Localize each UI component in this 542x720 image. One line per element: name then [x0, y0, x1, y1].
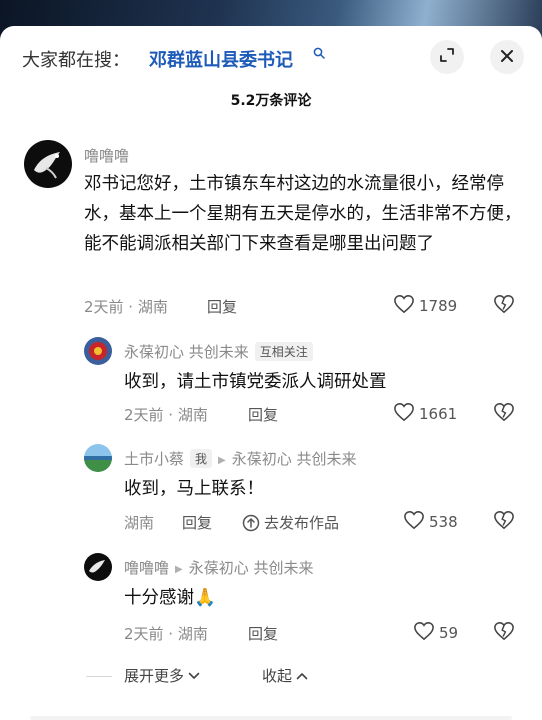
reply-to-user[interactable]: 永葆初心 共创未来 — [189, 559, 314, 577]
broken-heart-icon[interactable] — [493, 510, 515, 534]
reply-time-location: 2天前 · 湖南 — [124, 625, 208, 643]
praying-hands-icon: 🙏 — [194, 588, 216, 608]
reply-author[interactable]: 噜噜噜 — [124, 559, 169, 577]
avatar[interactable] — [24, 140, 72, 188]
like-count: 1661 — [419, 405, 458, 423]
like-button[interactable]: 59 — [413, 621, 458, 645]
collapse-label: 收起 — [262, 667, 293, 685]
search-bar: 大家都在搜： 邓群蓝山县委书记 — [0, 26, 542, 88]
like-button[interactable]: 1661 — [393, 402, 457, 426]
share-icon — [242, 514, 260, 532]
reply-author[interactable]: 永葆初心 共创未来 — [124, 343, 249, 361]
avatar[interactable] — [84, 337, 112, 365]
reply-username: 永葆初心 共创未来 互相关注 — [124, 341, 313, 362]
comment-input-bar[interactable] — [30, 716, 512, 720]
search-term-link[interactable]: 邓群蓝山县委书记 — [149, 46, 293, 72]
comment-username[interactable]: 噜噜噜 — [84, 145, 129, 166]
mutual-follow-tag: 互相关注 — [254, 342, 313, 361]
like-count: 59 — [439, 624, 459, 642]
comments-sheet: 大家都在搜： 邓群蓝山县委书记 5.2万条评论 噜噜噜 邓书记您好，土市镇东车村… — [0, 26, 542, 720]
reply-text-content: 十分感谢 — [124, 588, 194, 608]
heart-icon — [393, 294, 415, 318]
close-icon — [500, 48, 514, 67]
search-prefix: 大家都在搜： — [22, 50, 130, 71]
reply-text: 收到，请土市镇党委派人调研处置 — [124, 372, 387, 392]
heart-icon — [413, 621, 435, 645]
reply-to-user[interactable]: 永葆初心 共创未来 — [232, 450, 357, 468]
search-icon[interactable] — [313, 44, 325, 63]
like-button[interactable]: 538 — [403, 510, 458, 534]
chevron-up-icon — [295, 669, 309, 683]
expand-more-button[interactable]: 展开更多 — [124, 665, 201, 686]
heart-icon — [393, 402, 415, 426]
reply-text: 十分感谢🙏 — [124, 583, 216, 613]
broken-heart-icon[interactable] — [493, 621, 515, 645]
avatar[interactable] — [84, 553, 112, 581]
like-count: 1789 — [419, 297, 458, 315]
collapse-button[interactable]: 收起 — [262, 665, 309, 686]
reply-author[interactable]: 土市小蔡 — [124, 450, 184, 468]
reply-text: 收到，马上联系！ — [124, 479, 264, 499]
publish-work-label: 去发布作品 — [264, 514, 340, 532]
me-tag: 我 — [190, 449, 213, 468]
reply-to-arrow-icon: ▶ — [218, 455, 226, 466]
comment-count: 5.2万条评论 — [230, 93, 312, 109]
close-button[interactable] — [490, 40, 524, 74]
comment-text: 邓书记您好，土市镇东车村这边的水流量很小，经常停水，基本上一个星期有五天是停水的… — [84, 174, 522, 254]
broken-heart-icon[interactable] — [493, 294, 515, 318]
expand-button[interactable] — [430, 40, 464, 74]
broken-heart-icon[interactable] — [493, 402, 515, 426]
publish-work-button[interactable]: 去发布作品 — [242, 512, 339, 533]
reply-button[interactable]: 回复 — [248, 623, 278, 644]
reply-to-arrow-icon: ▶ — [175, 564, 183, 575]
divider — [86, 676, 112, 677]
reply-button[interactable]: 回复 — [182, 512, 212, 533]
comment-time-location: 2天前 · 湖南 — [84, 298, 168, 316]
reply-username: 土市小蔡我 ▶ 永葆初心 共创未来 — [124, 448, 357, 469]
reply-time-location: 2天前 · 湖南 — [124, 406, 208, 424]
reply-location: 湖南 — [124, 514, 155, 532]
avatar[interactable] — [84, 444, 112, 472]
chevron-down-icon — [187, 669, 201, 683]
like-count: 538 — [429, 513, 458, 531]
expand-more-label: 展开更多 — [124, 667, 185, 685]
reply-button[interactable]: 回复 — [248, 404, 278, 425]
reply-username: 噜噜噜 ▶ 永葆初心 共创未来 — [124, 557, 314, 578]
like-button[interactable]: 1789 — [393, 294, 457, 318]
heart-icon — [403, 510, 425, 534]
reply-button[interactable]: 回复 — [207, 296, 237, 317]
expand-icon — [439, 47, 455, 67]
